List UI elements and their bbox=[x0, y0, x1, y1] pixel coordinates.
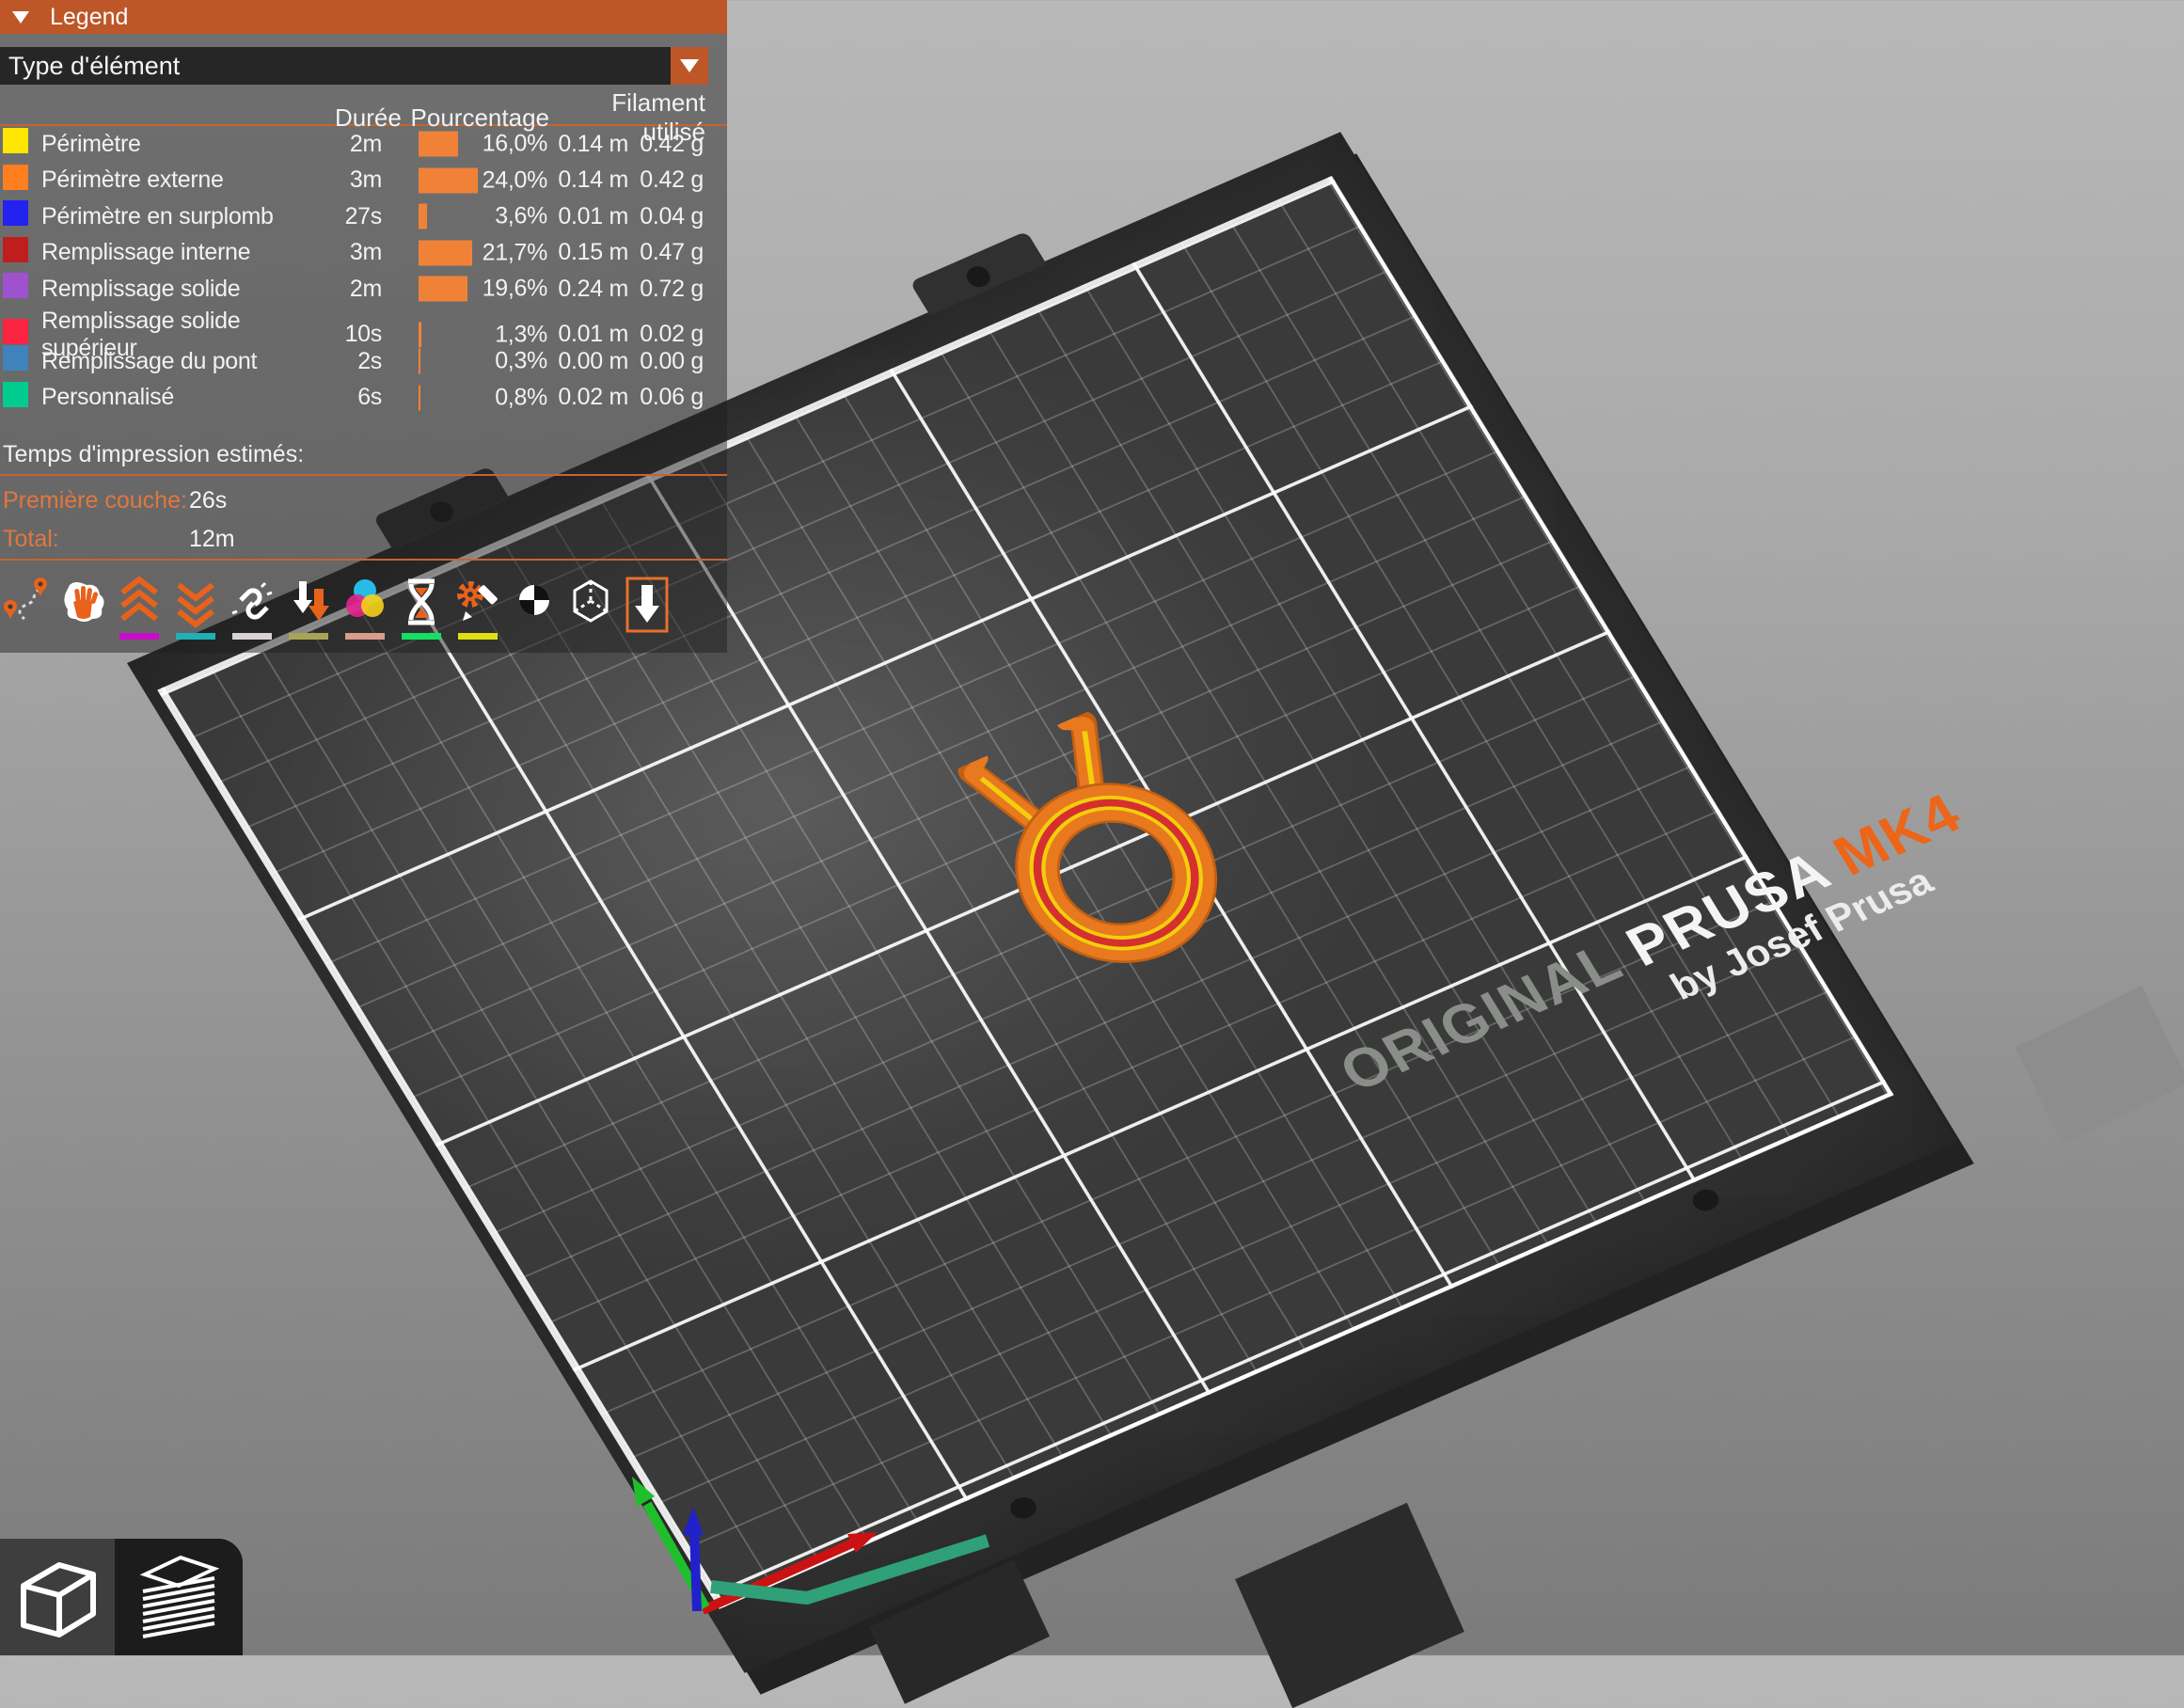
legend-row[interactable]: Remplissage interne 3m 21,7% 0.15 m 0.47… bbox=[0, 235, 727, 272]
percentage-bar bbox=[419, 276, 467, 302]
travel-paths-icon[interactable] bbox=[4, 576, 49, 628]
feature-color-swatch bbox=[3, 345, 28, 372]
legend-row[interactable]: Périmètre 2m 16,0% 0.14 m 0.42 g bbox=[0, 126, 727, 163]
feature-filament-weight: 0.00 g bbox=[640, 347, 704, 374]
total-value: 12m bbox=[189, 526, 235, 552]
preview-view-button[interactable] bbox=[115, 1539, 243, 1655]
collapse-triangle-icon[interactable] bbox=[12, 10, 29, 24]
color-changes-icon[interactable] bbox=[342, 576, 388, 640]
feature-color-swatch bbox=[3, 273, 28, 299]
feature-percentage: 19,6% bbox=[482, 275, 548, 302]
feature-percentage: 16,0% bbox=[482, 130, 548, 157]
feature-color-swatch bbox=[3, 381, 28, 407]
feature-duration: 10s bbox=[344, 321, 383, 347]
feature-type-label: Remplissage interne bbox=[41, 239, 251, 266]
first-layer-label: Première couche: bbox=[3, 487, 187, 514]
total-label: Total: bbox=[3, 526, 59, 552]
percentage-bar bbox=[419, 167, 478, 194]
feature-filament-weight: 0.06 g bbox=[640, 384, 704, 411]
first-layer-value: 26s bbox=[189, 487, 228, 514]
feature-filament-length: 0.00 m bbox=[558, 347, 628, 374]
feature-filament-weight: 0.02 g bbox=[640, 321, 704, 347]
center-of-gravity-icon[interactable] bbox=[512, 576, 557, 628]
percentage-bar bbox=[419, 348, 420, 374]
feature-type-label: Personnalisé bbox=[41, 384, 174, 411]
legend-row[interactable]: Remplissage du pont 2s 0,3% 0.00 m 0.00 … bbox=[0, 343, 727, 380]
feature-filament-length: 0.15 m bbox=[558, 239, 628, 266]
percentage-bar bbox=[419, 203, 427, 229]
percentage-bar bbox=[419, 131, 458, 157]
shells-icon[interactable] bbox=[568, 576, 613, 628]
feature-duration: 27s bbox=[344, 202, 383, 229]
editor-view-button[interactable] bbox=[0, 1539, 115, 1655]
column-duration: Durée bbox=[335, 103, 402, 132]
first-layer-time: Première couche: 26s bbox=[0, 487, 727, 514]
feature-filament-weight: 0.47 g bbox=[640, 239, 704, 266]
feature-duration: 2m bbox=[349, 130, 382, 157]
legend-rows: Périmètre 2m 16,0% 0.14 m 0.42 g Périmèt… bbox=[0, 126, 727, 416]
total-time: Total: 12m bbox=[0, 526, 727, 553]
legend-title: Legend bbox=[50, 3, 129, 30]
divider bbox=[0, 474, 727, 476]
feature-type-label: Remplissage solide bbox=[41, 275, 241, 302]
feature-type-label: Périmètre en surplomb bbox=[41, 202, 274, 229]
feature-duration: 2m bbox=[349, 275, 382, 302]
estimated-times-title: Temps d'impression estimés: bbox=[3, 441, 305, 467]
dropdown-arrow-icon[interactable] bbox=[671, 47, 708, 85]
feature-type-label: Périmètre bbox=[41, 130, 141, 157]
feature-duration: 3m bbox=[349, 166, 382, 194]
feature-type-label: Périmètre externe bbox=[41, 166, 224, 194]
percentage-bar bbox=[419, 385, 420, 411]
feature-percentage: 0,8% bbox=[495, 384, 547, 411]
feature-filament-weight: 0.04 g bbox=[640, 202, 704, 229]
legend-toolbar bbox=[0, 576, 727, 640]
divider bbox=[0, 559, 727, 561]
feature-filament-length: 0.02 m bbox=[558, 384, 628, 411]
feature-filament-weight: 0.42 g bbox=[640, 166, 704, 194]
legend-row[interactable]: Remplissage solide 2m 19,6% 0.24 m 0.72 … bbox=[0, 271, 727, 308]
feature-color-swatch bbox=[3, 200, 28, 227]
deretractions-icon[interactable] bbox=[173, 576, 218, 640]
bed-foot bbox=[2015, 985, 2184, 1146]
feature-filament-length: 0.14 m bbox=[558, 130, 628, 157]
legend-row[interactable]: Remplissage solide supérieur 10s 1,3% 0.… bbox=[0, 308, 727, 361]
feature-duration: 6s bbox=[357, 384, 382, 411]
element-type-value: Type d'élément bbox=[8, 52, 181, 80]
feature-filament-weight: 0.72 g bbox=[640, 275, 704, 302]
feature-filament-length: 0.01 m bbox=[558, 202, 628, 229]
legend-panel: Legend Type d'élément Durée Pourcentage … bbox=[0, 0, 727, 653]
view-toggle bbox=[0, 1539, 243, 1655]
tool-marker-icon[interactable] bbox=[625, 576, 670, 634]
feature-filament-length: 0.24 m bbox=[558, 275, 628, 302]
legend-table-header: Durée Pourcentage Filament utilisé bbox=[0, 88, 727, 146]
feature-duration: 2s bbox=[357, 347, 382, 374]
custom-gcode-icon[interactable] bbox=[455, 576, 500, 640]
feature-filament-weight: 0.42 g bbox=[640, 130, 704, 157]
percentage-bar bbox=[419, 240, 472, 266]
feature-filament-length: 0.14 m bbox=[558, 166, 628, 194]
wipe-moves-icon[interactable] bbox=[60, 576, 105, 628]
feature-color-swatch bbox=[3, 128, 28, 154]
feature-color-swatch bbox=[3, 164, 28, 190]
feature-type-label: Remplissage du pont bbox=[41, 347, 258, 374]
feature-percentage: 21,7% bbox=[482, 239, 548, 266]
legend-row[interactable]: Personnalisé 6s 0,8% 0.02 m 0.06 g bbox=[0, 380, 727, 417]
legend-row[interactable]: Périmètre en surplomb 27s 3,6% 0.01 m 0.… bbox=[0, 198, 727, 235]
feature-percentage: 24,0% bbox=[482, 166, 548, 194]
feature-color-swatch bbox=[3, 236, 28, 262]
feature-color-swatch bbox=[3, 318, 28, 344]
tool-changes-icon[interactable] bbox=[286, 576, 331, 640]
feature-filament-length: 0.01 m bbox=[558, 321, 628, 347]
legend-row[interactable]: Périmètre externe 3m 24,0% 0.14 m 0.42 g bbox=[0, 163, 727, 199]
legend-header[interactable]: Legend bbox=[0, 0, 727, 34]
feature-duration: 3m bbox=[349, 239, 382, 266]
element-type-select[interactable]: Type d'élément bbox=[0, 47, 708, 85]
pause-prints-icon[interactable] bbox=[399, 576, 444, 640]
seams-icon[interactable] bbox=[229, 576, 275, 640]
retractions-icon[interactable] bbox=[117, 576, 162, 640]
feature-percentage: 0,3% bbox=[495, 347, 547, 374]
feature-percentage: 3,6% bbox=[495, 202, 547, 229]
